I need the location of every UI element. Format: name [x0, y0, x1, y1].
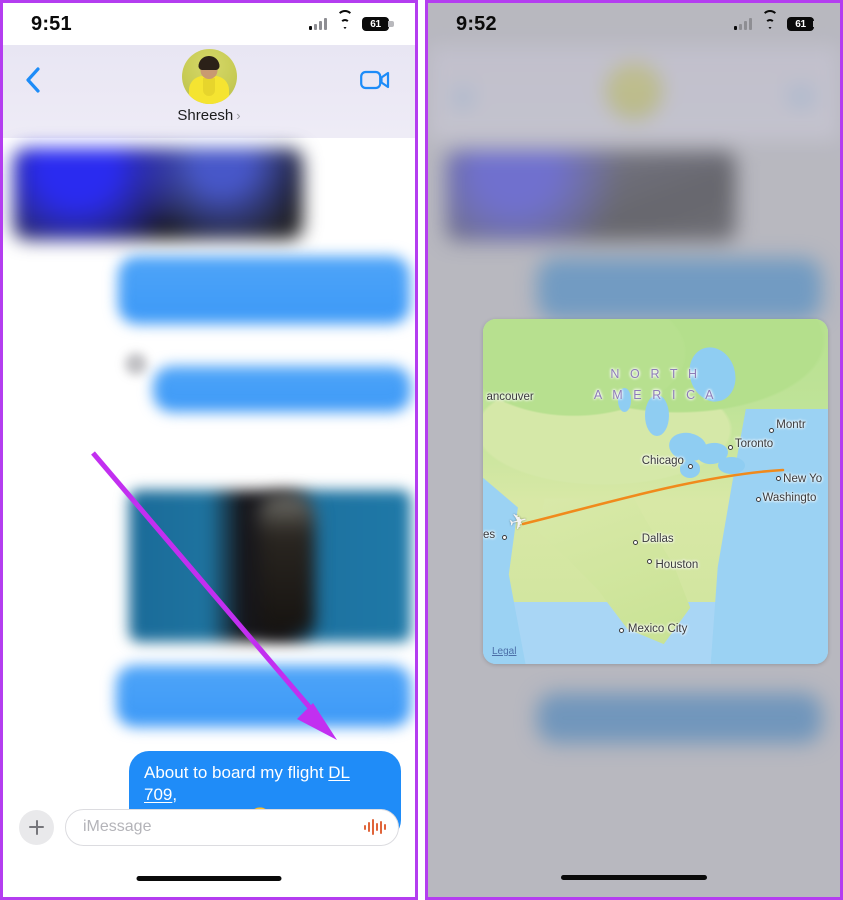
map-city-label: es: [483, 529, 496, 542]
reaction-dot-blurred: [125, 353, 147, 375]
conversation-nav-bar: Shreesh ›: [3, 45, 415, 138]
cellular-signal-icon: [734, 18, 752, 30]
map-city-label: Mexico City: [627, 622, 688, 635]
battery-icon: 61: [787, 17, 819, 31]
map-city-dot: [727, 444, 733, 450]
audio-waveform-icon[interactable]: [364, 819, 386, 835]
chevron-right-icon: ›: [236, 108, 241, 123]
home-indicator[interactable]: [136, 876, 282, 881]
message-thread[interactable]: About to board my flight DL 709, see you…: [3, 138, 415, 897]
battery-level: 61: [370, 18, 381, 30]
imessage-placeholder: iMessage: [83, 818, 152, 835]
cellular-signal-icon: [309, 18, 327, 30]
status-clock: 9:52: [456, 12, 497, 35]
chevron-left-icon[interactable]: [19, 63, 45, 97]
flight-map-preview[interactable]: N O R T H A M E R I C A ancouver Montr T…: [483, 319, 828, 664]
map-city-dot: [633, 539, 639, 545]
map-city-label: Chicago: [641, 455, 684, 468]
map-city-dot: [501, 534, 507, 540]
map-city-label: Toronto: [734, 438, 774, 451]
attachment-person-blurred: [258, 494, 314, 634]
panel-divider: [418, 0, 425, 900]
map-city-label: Houston: [655, 558, 699, 571]
screenshot-stage: 9:51 61 Shreesh › About to board my flig…: [0, 0, 843, 900]
contact-header[interactable]: Shreesh ›: [177, 49, 241, 124]
status-indicators: 61: [309, 9, 394, 31]
battery-level: 61: [795, 18, 806, 30]
avatar[interactable]: [181, 49, 237, 104]
contact-name-row[interactable]: Shreesh ›: [177, 107, 240, 124]
message-text-before: About to board my flight: [144, 763, 329, 782]
map-city-label: Dallas: [641, 532, 674, 545]
map-legal-link[interactable]: Legal: [492, 646, 516, 657]
map-city-dot: [755, 496, 761, 502]
battery-icon: 61: [362, 17, 394, 31]
map-region-label: A M E R I C A: [593, 388, 718, 402]
contact-name: Shreesh: [177, 107, 234, 124]
status-clock: 9:51: [31, 12, 72, 35]
wifi-icon: [336, 9, 353, 31]
left-status-bar: 9:51 61: [3, 3, 415, 45]
wifi-icon: [761, 9, 778, 31]
search-input[interactable]: iMessage: [65, 808, 399, 846]
map-city-dot: [646, 558, 652, 564]
map-region-label: N O R T H: [610, 367, 701, 382]
plus-icon[interactable]: [19, 809, 54, 845]
status-indicators: 61: [734, 9, 819, 31]
attachment-image-blurred[interactable]: [13, 148, 303, 240]
left-phone-screen: 9:51 61 Shreesh › About to board my flig…: [0, 0, 418, 900]
message-bubble-blurred[interactable]: [118, 256, 410, 324]
message-bubble-blurred[interactable]: [116, 665, 411, 727]
video-camera-icon[interactable]: [355, 65, 395, 95]
map-city-label: ancouver: [486, 391, 534, 404]
message-bubble-blurred[interactable]: [153, 366, 411, 412]
right-phone-screen: 9:52 61 N O R T H A M E R I C A ancouver…: [425, 0, 843, 900]
right-status-bar: 9:52 61: [428, 3, 840, 45]
map-city-label: Washingto: [762, 491, 817, 504]
map-city-label: New Yo: [783, 472, 823, 485]
map-city-label: Montr: [776, 419, 806, 432]
message-input-bar: iMessage: [3, 803, 415, 851]
home-indicator[interactable]: [561, 875, 707, 880]
message-text-after: ,: [172, 785, 178, 804]
